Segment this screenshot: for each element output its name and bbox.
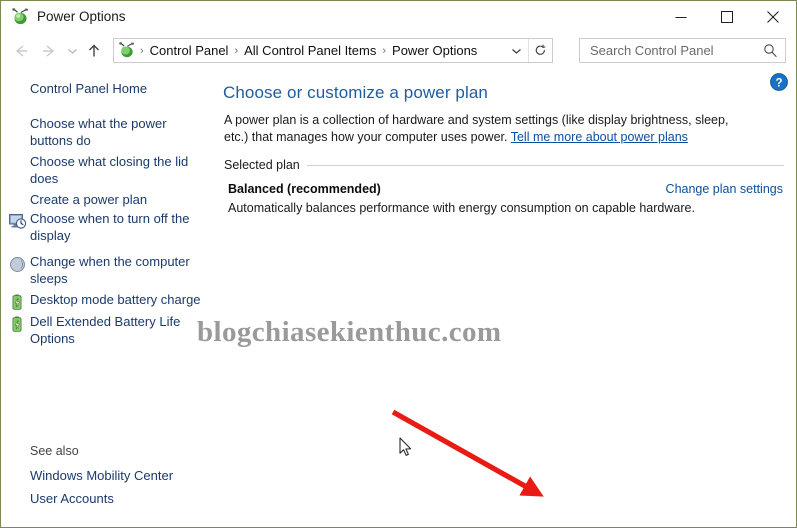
search-input[interactable] [588,42,748,59]
sidebar-item-label: User Accounts [30,491,114,506]
sleep-moon-icon [9,256,26,273]
power-plug-icon [11,7,29,26]
address-chevron-down-icon[interactable] [506,39,526,62]
search-icon[interactable] [763,43,778,63]
content-area: ? Control Panel Home Choose what the pow… [1,70,796,527]
sidebar-item-label: Create a power plan [30,192,148,207]
page-title: Choose or customize a power plan [223,83,488,102]
display-clock-icon [9,213,27,230]
watermark: blogchiasekienthuc.com [197,316,502,348]
selected-plan-section-header: Selected plan [224,158,784,172]
sidebar-item-create-power-plan[interactable]: Create a power plan [30,192,200,209]
breadcrumb-all-control-panel-items[interactable]: All Control Panel Items [243,43,377,58]
sidebar-item-choose-closing-lid[interactable]: Choose what closing the lid does [30,154,200,187]
minimize-button[interactable] [658,1,704,32]
sidebar-item-label: Windows Mobility Center [30,468,174,483]
breadcrumb-control-panel[interactable]: Control Panel [149,43,230,58]
search-box[interactable] [579,38,786,63]
address-bar[interactable]: › Control Panel › All Control Panel Item… [113,38,553,63]
breadcrumb-separator: › [140,44,144,57]
sidebar-item-label: Change when the computer sleeps [30,254,190,286]
change-plan-settings-link[interactable]: Change plan settings [666,182,783,196]
sidebar-item-label: Desktop mode battery charge [30,292,201,307]
close-button[interactable] [750,1,796,32]
sidebar-item-user-accounts[interactable]: User Accounts [30,491,114,508]
sidebar-item-change-computer-sleeps[interactable]: Change when the computer sleeps [30,254,198,287]
sidebar: Control Panel Home Choose what the power… [1,70,214,527]
power-plug-icon [118,42,135,59]
refresh-icon[interactable] [528,39,552,62]
see-also-label: See also [30,444,79,458]
sidebar-item-label: Dell Extended Battery Life Options [30,314,181,346]
sidebar-item-choose-turn-off-display[interactable]: Choose when to turn off the display [30,211,198,244]
plan-name: Balanced (recommended) [228,182,381,196]
sidebar-item-control-panel-home[interactable]: Control Panel Home [30,81,205,98]
breadcrumb-power-options[interactable]: Power Options [391,43,478,58]
mouse-pointer-icon [399,437,412,456]
battery-shield-icon [9,294,26,311]
main-panel: Choose or customize a power plan A power… [214,70,796,527]
sidebar-item-dell-extended-battery-life[interactable]: Dell Extended Battery Life Options [30,314,198,347]
sidebar-item-choose-power-buttons[interactable]: Choose what the power buttons do [30,116,195,149]
sidebar-item-label: Control Panel Home [30,81,148,96]
sidebar-item-windows-mobility-center[interactable]: Windows Mobility Center [30,468,173,485]
back-arrow-icon[interactable] [7,36,35,66]
sidebar-item-label: Choose what closing the lid does [30,154,189,186]
forward-arrow-icon[interactable] [35,36,63,66]
breadcrumb-separator: › [234,44,239,57]
tell-me-more-link[interactable]: Tell me more about power plans [511,130,688,144]
up-arrow-icon[interactable] [81,36,107,66]
plan-description: Automatically balances performance with … [228,201,695,215]
selected-plan-label: Selected plan [224,158,300,172]
sidebar-item-label: Choose what the power buttons do [30,116,167,148]
recent-locations-chevron-down-icon[interactable] [63,36,81,66]
sidebar-item-label: Choose when to turn off the display [30,211,190,243]
power-options-window: Power Options › Control Panel › All Cont… [0,0,797,528]
page-description: A power plan is a collection of hardware… [224,112,744,146]
section-divider [306,164,784,166]
sidebar-item-desktop-mode-battery-charge[interactable]: Desktop mode battery charge [30,292,205,309]
window-title: Power Options [37,9,126,24]
title-bar: Power Options [1,1,796,32]
maximize-button[interactable] [704,1,750,32]
breadcrumb-separator: › [382,44,387,57]
battery-shield-icon [9,316,26,333]
